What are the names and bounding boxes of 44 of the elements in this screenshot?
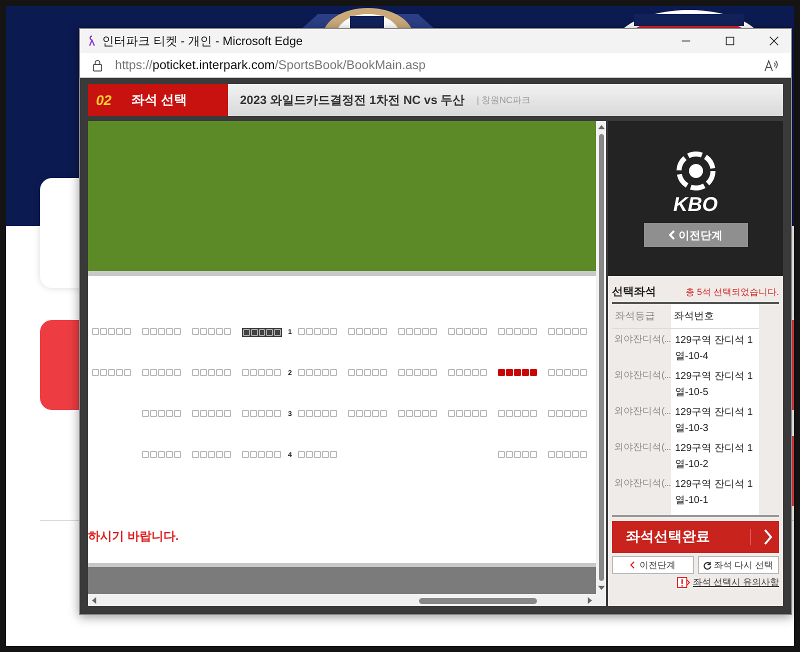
- maximize-icon[interactable]: [725, 36, 735, 46]
- section-title: 선택좌석: [612, 285, 656, 299]
- url-text[interactable]: https://poticket.interpark.com/SportsBook/BookMain.asp: [115, 58, 426, 72]
- read-aloud-icon[interactable]: [764, 58, 779, 72]
- table-cell-text: 외야잔디석(...: [613, 477, 671, 491]
- scroll-down-icon[interactable]: [598, 585, 604, 590]
- logo-text: KBO: [673, 195, 718, 215]
- step-number: 02: [96, 92, 112, 108]
- venue-text: | 창원NC파크: [476, 94, 531, 106]
- warning-icon: [676, 577, 690, 588]
- scroll-left-icon[interactable]: [92, 596, 97, 604]
- chevron-left-icon: [630, 561, 636, 569]
- reselect-button[interactable]: 좌석 다시 선택: [698, 556, 779, 574]
- table-cell-text: 외야잔디석(...: [613, 441, 671, 455]
- table-cell: 129구역 잔디석 1열-10-1: [671, 473, 759, 509]
- event-title: 2023 와일드카드결정전 1차전 NC vs 두산: [240, 92, 465, 108]
- horizontal-scrollbar[interactable]: [88, 594, 596, 606]
- table-cell-text: 외야잔디석(...: [613, 405, 671, 419]
- seat-block[interactable]: [242, 328, 282, 336]
- close-icon[interactable]: [769, 36, 779, 46]
- step-label: 좌석 선택: [132, 91, 188, 109]
- notice-text: 하시기 바랍니다.: [88, 528, 179, 545]
- scroll-up-icon[interactable]: [598, 125, 604, 130]
- table-cell-text: 외야잔디석(...: [613, 369, 671, 383]
- chevron-right-icon: [763, 529, 773, 545]
- window-title: 인터파크 티켓 - 개인 - Microsoft Edge: [102, 32, 303, 50]
- complete-selection-button[interactable]: 좌석선택완료: [612, 521, 779, 553]
- table-header: 좌석번호: [671, 304, 759, 329]
- table-cell: 129구역 잔디석 1열-10-5: [671, 365, 759, 401]
- table-cell-text: 외야잔디석(...: [613, 333, 671, 347]
- table-cell: 129구역 잔디석 1열-10-3: [671, 401, 759, 437]
- previous-step-button[interactable]: 이전단계: [612, 556, 694, 574]
- ribbon-icon: [88, 35, 96, 47]
- seat-block[interactable]: [498, 369, 538, 377]
- selection-summary: 총 5석 선택되었습니다.: [685, 286, 779, 299]
- refresh-icon: [703, 560, 712, 570]
- table-cell: 129구역 잔디석 1열-10-4: [671, 329, 759, 365]
- table-cell: 129구역 잔디석 1열-10-2: [671, 437, 759, 473]
- chevron-left-icon: [668, 230, 674, 240]
- scroll-right-icon[interactable]: [587, 596, 592, 604]
- vertical-scrollbar[interactable]: [596, 121, 606, 606]
- lock-icon: [92, 58, 103, 72]
- swirl-logo-icon: [674, 149, 718, 193]
- notice-link[interactable]: 좌석 선택시 유의사항: [692, 576, 779, 589]
